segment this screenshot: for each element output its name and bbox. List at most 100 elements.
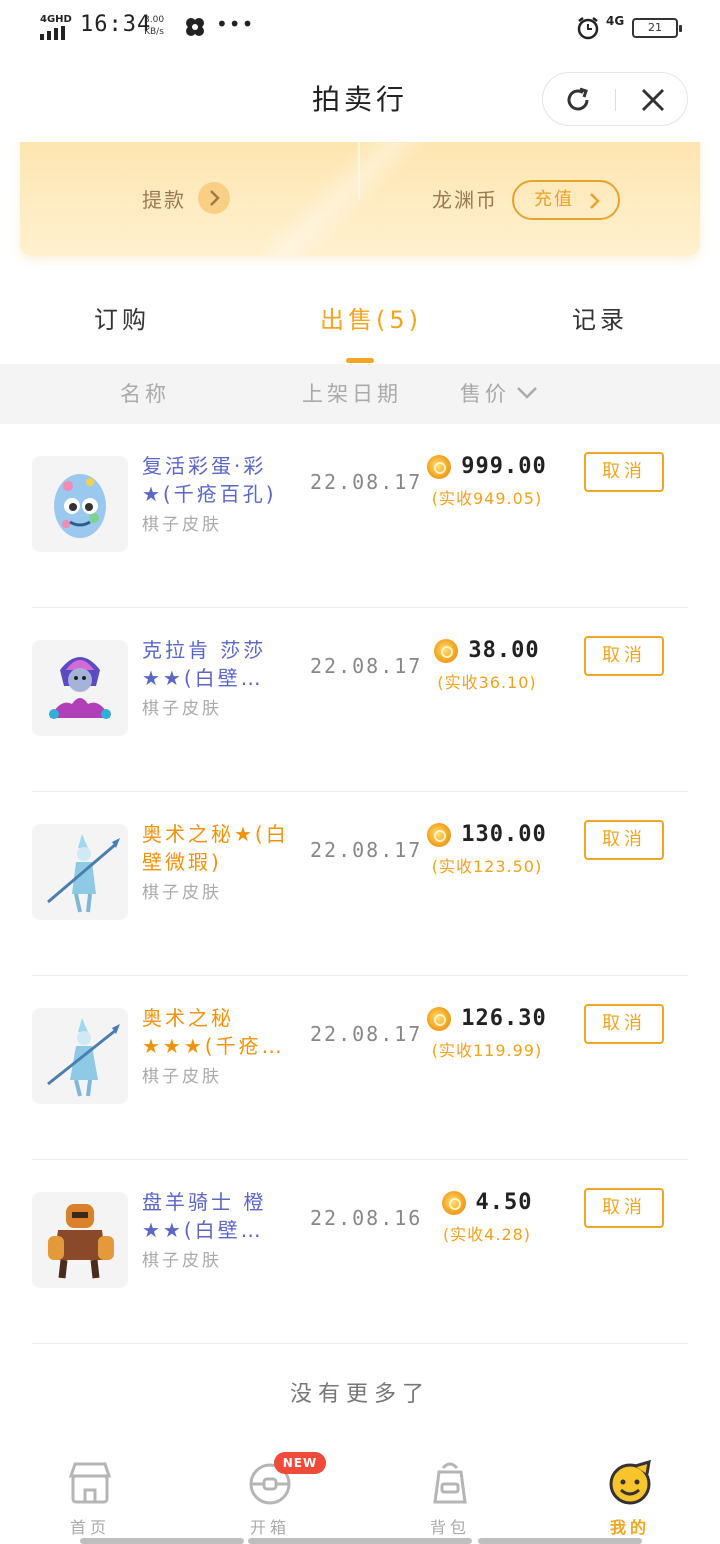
listing-row[interactable]: 奥术之秘★★★(千疮… 棋子皮肤 22.08.17 126.30 (实收119.… — [32, 976, 688, 1160]
item-thumbnail — [32, 640, 128, 736]
tab-bar: 订购 出售(5) 记录 — [0, 290, 720, 366]
status-bar: 4GHD 16:34 3.00 KB/s ••• 4G 21 — [0, 0, 720, 56]
alarm-icon — [577, 17, 599, 40]
item-name: 复活彩蛋·彩★(千疮百孔) — [142, 454, 277, 506]
listing-row[interactable]: 复活彩蛋·彩★(千疮百孔) 棋子皮肤 22.08.17 999.00 (实收94… — [32, 424, 688, 608]
actual-received: (实收36.10) — [437, 673, 537, 692]
nav-unbox-label: 开箱 — [249, 1518, 290, 1537]
arcane-character-image — [47, 834, 120, 913]
tab-records[interactable]: 记录 — [572, 300, 628, 335]
bag-icon — [433, 1462, 467, 1504]
cancel-button[interactable]: 取消 — [584, 452, 664, 492]
arcane-character-image — [47, 1018, 120, 1097]
item-thumbnail — [32, 1192, 128, 1288]
nav-home-label: 首页 — [69, 1518, 110, 1537]
coin-icon — [427, 455, 452, 479]
cancel-button[interactable]: 取消 — [584, 1004, 664, 1044]
price-value: 38.00 — [468, 638, 540, 663]
item-name: 奥术之秘★★★(千疮… — [142, 1006, 285, 1058]
item-category: 棋子皮肤 — [142, 699, 222, 719]
item-price: 130.00 — [427, 822, 546, 847]
page-header: 拍卖行 — [0, 56, 720, 142]
item-name: 奥术之秘★(白壁微瑕) — [142, 822, 289, 874]
price-value: 999.00 — [461, 454, 547, 479]
item-thumbnail — [32, 824, 128, 920]
network-speed: 3.00 KB/s — [144, 14, 164, 38]
nav-bag-label: 背包 — [429, 1518, 470, 1537]
item-price: 4.50 — [441, 1190, 533, 1215]
item-category: 棋子皮肤 — [142, 1067, 222, 1087]
tab-selling[interactable]: 出售(5) — [320, 300, 422, 335]
easter-egg-image — [54, 474, 106, 538]
shop-icon — [68, 1462, 112, 1504]
mobile-network: 4G — [606, 14, 625, 28]
price-block: 38.00 (实收36.10) — [412, 638, 562, 693]
column-date: 上架日期 — [302, 382, 402, 406]
nav-home[interactable]: 首页 — [30, 1458, 150, 1538]
listing-row[interactable]: 奥术之秘★(白壁微瑕) 棋子皮肤 22.08.17 130.00 (实收123.… — [32, 792, 688, 976]
item-thumbnail — [32, 1008, 128, 1104]
cancel-button[interactable]: 取消 — [584, 820, 664, 860]
signal-icon — [40, 26, 65, 40]
gesture-bar — [478, 1538, 642, 1544]
coin-icon — [427, 823, 452, 847]
close-icon[interactable] — [639, 86, 667, 114]
coin-icon — [434, 639, 459, 663]
capsule-divider — [615, 89, 616, 111]
speed-unit: KB/s — [144, 27, 164, 37]
cancel-button[interactable]: 取消 — [584, 1188, 664, 1228]
chevron-down-icon[interactable] — [516, 386, 538, 400]
coin-icon — [427, 1007, 452, 1031]
column-name: 名称 — [120, 382, 170, 406]
mini-program-capsule — [542, 72, 688, 126]
bottom-nav: 首页 开箱 背包 我的 NEW — [0, 1440, 720, 1544]
item-category: 棋子皮肤 — [142, 883, 222, 903]
cancel-button[interactable]: 取消 — [584, 636, 664, 676]
coin-icon — [441, 1191, 466, 1215]
actual-received: (实收949.05) — [431, 489, 543, 508]
ram-knight-image — [48, 1204, 114, 1279]
withdraw-label: 提款 — [142, 188, 186, 212]
face-icon — [609, 1459, 651, 1505]
nav-bag[interactable]: 背包 — [390, 1458, 510, 1538]
battery-icon: 21 — [632, 18, 682, 38]
withdraw-button[interactable] — [198, 182, 230, 214]
nav-mine-label: 我的 — [609, 1518, 650, 1537]
item-category: 棋子皮肤 — [142, 1251, 222, 1271]
price-value: 4.50 — [475, 1190, 533, 1215]
recharge-label: 充值 — [534, 189, 574, 210]
refresh-icon[interactable] — [563, 85, 593, 115]
price-block: 4.50 (实收4.28) — [412, 1190, 562, 1245]
chevron-right-icon — [590, 193, 600, 209]
item-price: 999.00 — [427, 454, 546, 479]
item-date: 22.08.16 — [310, 1206, 423, 1230]
tab-order[interactable]: 订购 — [94, 300, 150, 335]
price-block: 130.00 (实收123.50) — [412, 822, 562, 877]
new-badge: NEW — [274, 1452, 326, 1474]
item-date: 22.08.17 — [310, 470, 423, 494]
item-name: 盘羊骑士 橙★★(白壁… — [142, 1190, 267, 1242]
item-thumbnail — [32, 456, 128, 552]
item-date: 22.08.17 — [310, 1022, 423, 1046]
tab-indicator — [346, 358, 374, 363]
item-date: 22.08.17 — [310, 654, 423, 678]
listing-row[interactable]: 克拉肯 莎莎★★(白壁… 棋子皮肤 22.08.17 38.00 (实收36.1… — [32, 608, 688, 792]
actual-received: (实收123.50) — [431, 857, 543, 876]
item-price: 126.30 — [427, 1006, 546, 1031]
recharge-button[interactable]: 充值 — [512, 180, 620, 220]
column-price[interactable]: 售价 — [460, 378, 510, 408]
nav-mine[interactable]: 我的 — [570, 1458, 690, 1538]
price-block: 126.30 (实收119.99) — [412, 1006, 562, 1061]
item-price: 38.00 — [434, 638, 539, 663]
item-category: 棋子皮肤 — [142, 515, 222, 535]
item-name: 克拉肯 莎莎★★(白壁… — [142, 638, 267, 690]
listing-row[interactable]: 盘羊骑士 橙★★(白壁… 棋子皮肤 22.08.16 4.50 (实收4.28)… — [32, 1160, 688, 1344]
kraken-character-image — [49, 657, 111, 719]
column-header: 名称 上架日期 售价 — [0, 364, 720, 424]
more-notifications-icon: ••• — [216, 12, 255, 36]
coin-label: 龙渊币 — [432, 188, 498, 212]
chevron-right-icon — [210, 190, 220, 206]
network-type: 4GHD — [40, 14, 72, 25]
actual-received: (实收119.99) — [431, 1041, 543, 1060]
gesture-bar — [248, 1538, 472, 1544]
